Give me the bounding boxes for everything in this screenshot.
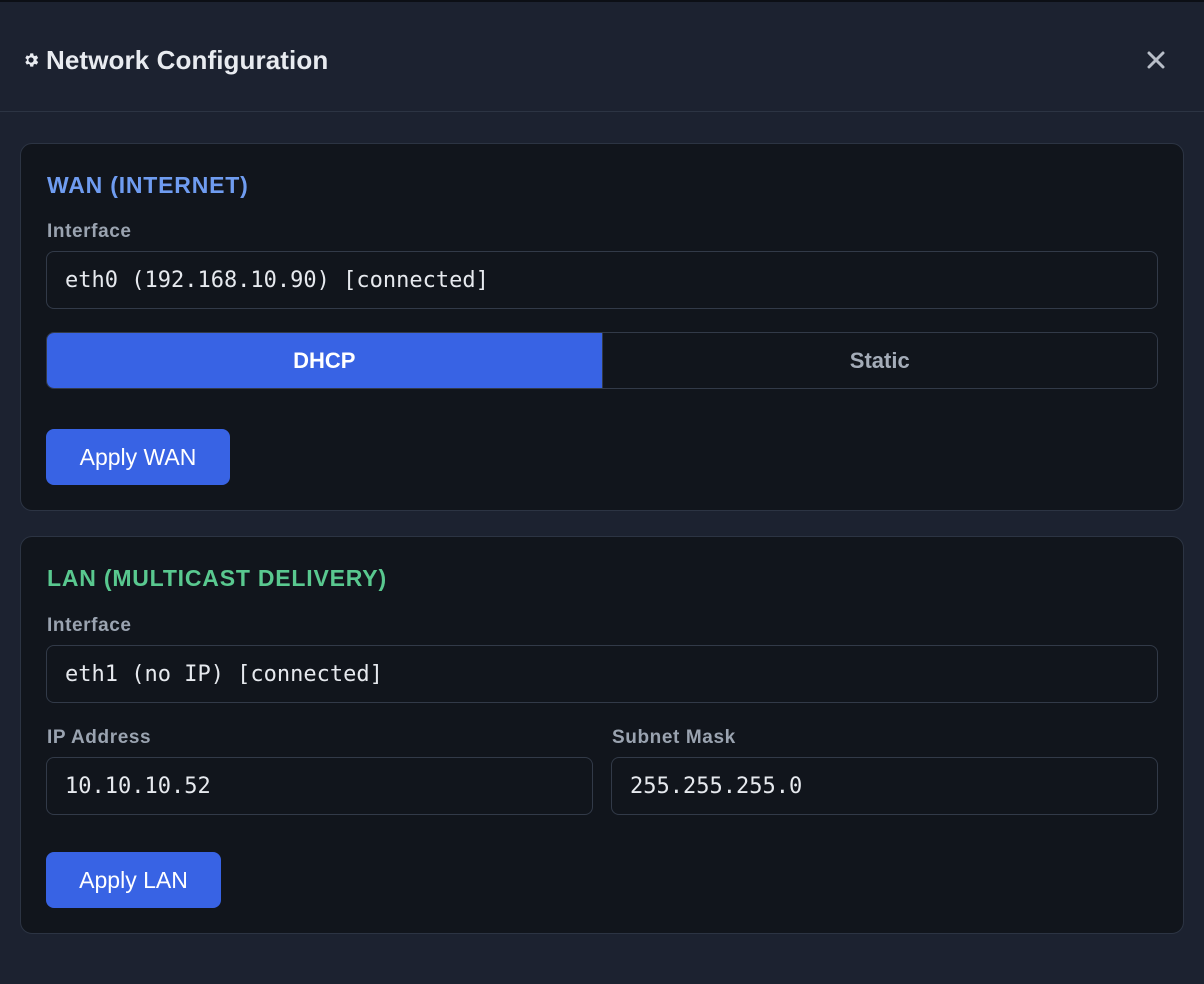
wan-mode-toggle: DHCP Static: [46, 332, 1158, 389]
apply-wan-button[interactable]: Apply WAN: [46, 429, 230, 485]
wan-section-title: WAN (INTERNET): [47, 172, 249, 198]
wan-mode-dhcp[interactable]: DHCP: [47, 333, 602, 388]
lan-section: LAN (MULTICAST DELIVERY) Interface eth1 …: [20, 536, 1184, 934]
dialog-header: Network Configuration: [0, 4, 1204, 112]
dialog-title: Network Configuration: [22, 42, 328, 78]
gear-icon: [22, 51, 40, 69]
close-icon: [1147, 51, 1165, 69]
wan-interface-select[interactable]: eth0 (192.168.10.90) [connected]: [46, 251, 1158, 309]
wan-interface-label: Interface: [47, 221, 132, 242]
network-config-dialog: Network Configuration WAN (INTERNET) Int…: [0, 0, 1204, 984]
lan-section-title: LAN (MULTICAST DELIVERY): [47, 565, 387, 591]
lan-mask-label: Subnet Mask: [612, 727, 736, 748]
lan-ip-label: IP Address: [47, 727, 152, 748]
apply-lan-button[interactable]: Apply LAN: [46, 852, 221, 908]
wan-mode-static[interactable]: Static: [601, 333, 1157, 388]
wan-section: WAN (INTERNET) Interface eth0 (192.168.1…: [20, 143, 1184, 511]
lan-interface-label: Interface: [47, 615, 132, 636]
close-button[interactable]: [1140, 44, 1172, 76]
lan-mask-input[interactable]: 255.255.255.0: [611, 757, 1158, 815]
lan-ip-input[interactable]: 10.10.10.52: [46, 757, 593, 815]
dialog-title-text: Network Configuration: [46, 44, 329, 75]
lan-interface-select[interactable]: eth1 (no IP) [connected]: [46, 645, 1158, 703]
